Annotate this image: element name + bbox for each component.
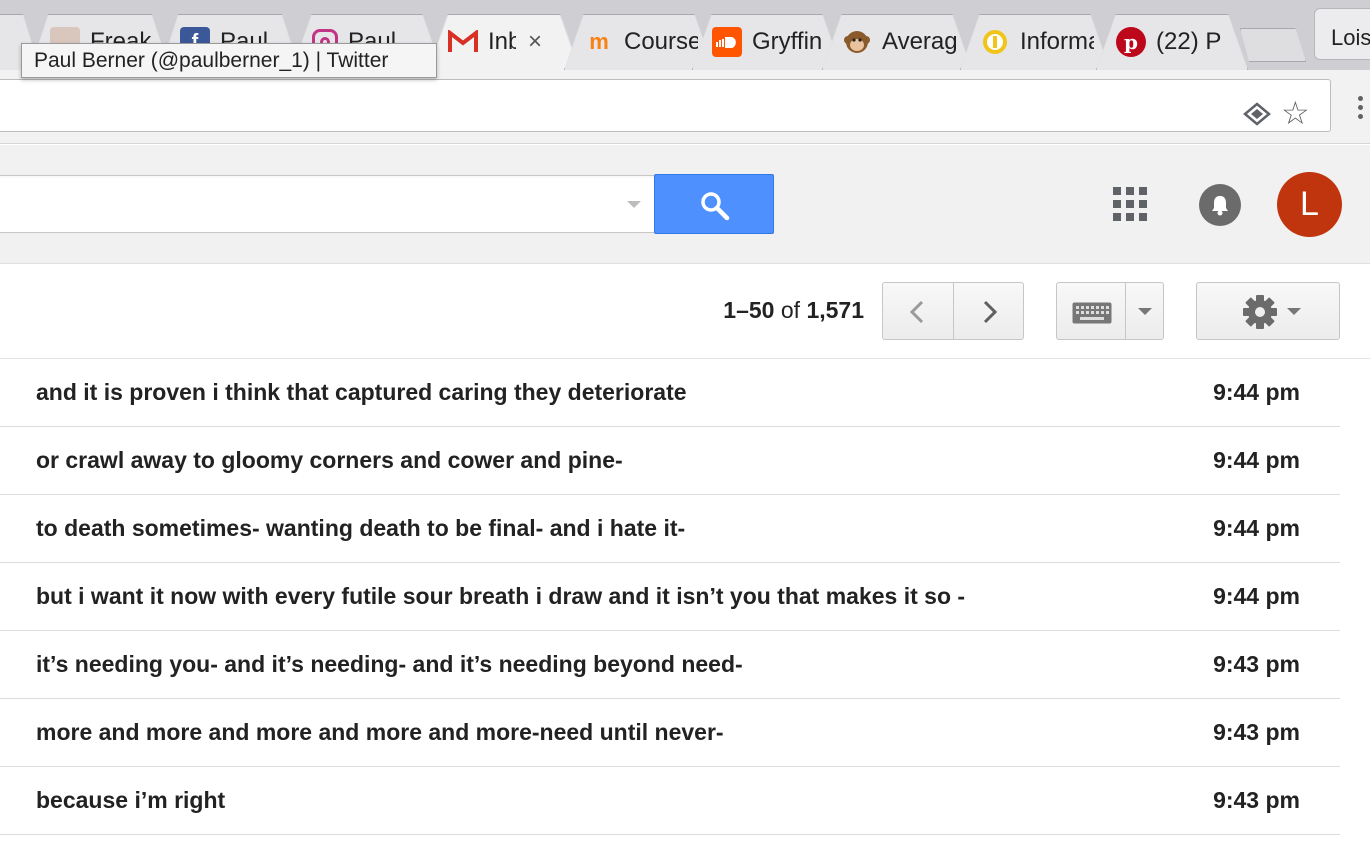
gear-icon xyxy=(1243,295,1277,329)
message-subject: more and more and more and more and more… xyxy=(36,719,724,745)
close-tab-icon[interactable]: × xyxy=(528,28,542,56)
chevron-left-icon xyxy=(909,300,924,324)
pagination-range: 1–50 xyxy=(723,297,775,323)
message-subject: and it is proven i think that captured c… xyxy=(36,379,687,405)
chevron-right-icon xyxy=(983,300,998,324)
browser-menu-icon[interactable] xyxy=(1358,96,1364,123)
moodle-icon: m xyxy=(589,29,609,54)
notifications-bell-icon[interactable] xyxy=(1199,184,1241,226)
profile-button[interactable]: Lois xyxy=(1314,8,1370,60)
browser-tab-inbox-active[interactable]: Inbox × xyxy=(428,14,580,70)
message-time: 9:43 pm xyxy=(1213,787,1300,813)
extension-diamond-icon[interactable] xyxy=(1243,102,1271,131)
address-bar[interactable]: ☆ xyxy=(0,79,1331,132)
keyboard-icon xyxy=(1072,302,1112,324)
browser-tab-average[interactable]: Average xyxy=(822,14,972,70)
message-time: 9:44 pm xyxy=(1213,583,1300,609)
new-tab-button[interactable] xyxy=(1240,28,1306,62)
apps-grid-icon[interactable] xyxy=(1113,187,1147,221)
pinterest-icon: p xyxy=(1116,27,1146,57)
message-row[interactable]: to death sometimes- wanting death to be … xyxy=(0,495,1340,563)
message-time: 9:44 pm xyxy=(1213,379,1300,405)
message-row[interactable]: and it is proven i think that captured c… xyxy=(0,359,1340,427)
tab-hover-tooltip: Paul Berner (@paulberner_1) | Twitter xyxy=(21,43,437,78)
search-options-dropdown-icon[interactable] xyxy=(627,201,641,208)
message-subject: or crawl away to gloomy corners and cowe… xyxy=(36,447,623,473)
monkey-icon xyxy=(842,27,872,57)
message-time: 9:43 pm xyxy=(1213,719,1300,745)
browser-tab-information[interactable]: Information xyxy=(960,14,1110,70)
message-subject: it’s needing you- and it’s needing- and … xyxy=(36,651,743,677)
pagination-of: of xyxy=(780,297,801,323)
message-subject: but i want it now with every futile sour… xyxy=(36,583,966,609)
soundcloud-icon xyxy=(712,27,742,57)
pagination-total: 1,571 xyxy=(806,297,864,323)
bookmark-star-icon[interactable]: ☆ xyxy=(1281,97,1310,129)
browser-tab-soundcloud[interactable]: Gryffin xyxy=(692,14,842,70)
message-time: 9:44 pm xyxy=(1213,515,1300,541)
caret-down-icon xyxy=(1138,308,1152,315)
caret-down-icon xyxy=(1287,308,1301,315)
search-button[interactable] xyxy=(654,174,774,234)
message-row[interactable]: or crawl away to gloomy corners and cowe… xyxy=(0,427,1340,495)
message-row[interactable]: because i’m right 9:43 pm xyxy=(0,767,1340,835)
message-row[interactable]: it’s needing you- and it’s needing- and … xyxy=(0,631,1340,699)
list-toolbar: 1–50 of 1,571 xyxy=(0,264,1370,359)
yellow-badge-icon xyxy=(980,27,1010,57)
input-tools-button[interactable] xyxy=(1056,282,1126,340)
message-subject: to death sometimes- wanting death to be … xyxy=(36,515,686,541)
older-page-button[interactable] xyxy=(882,282,954,340)
message-subject: because i’m right xyxy=(36,787,226,813)
account-avatar[interactable]: L xyxy=(1277,172,1342,237)
message-time: 9:43 pm xyxy=(1213,651,1300,677)
settings-button[interactable] xyxy=(1196,282,1340,340)
browser-toolbar: ☆ xyxy=(0,70,1370,144)
search-icon xyxy=(701,192,730,221)
pagination-count: 1–50 of 1,571 xyxy=(723,297,864,324)
message-row[interactable]: more and more and more and more and more… xyxy=(0,699,1340,767)
message-row[interactable]: but i want it now with every futile sour… xyxy=(0,563,1340,631)
gmail-icon xyxy=(448,27,478,57)
browser-tab-pinterest[interactable]: p (22) P xyxy=(1096,14,1248,70)
gmail-header: L xyxy=(0,145,1370,264)
newer-page-button[interactable] xyxy=(953,282,1024,340)
message-time: 9:44 pm xyxy=(1213,447,1300,473)
input-tools-dropdown[interactable] xyxy=(1125,282,1164,340)
search-input[interactable] xyxy=(0,175,656,233)
message-list: and it is proven i think that captured c… xyxy=(0,359,1340,835)
